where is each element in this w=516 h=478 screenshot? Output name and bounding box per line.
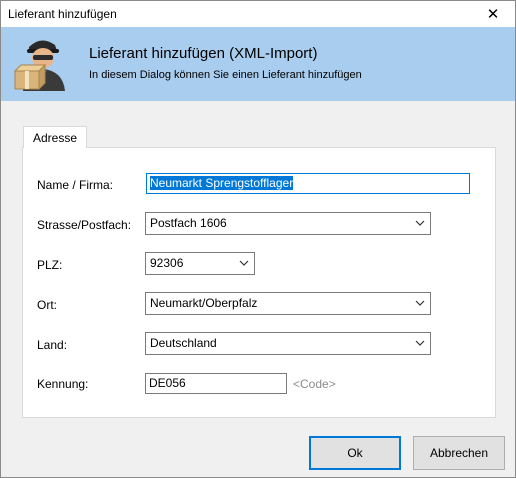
chevron-down-icon <box>415 340 425 346</box>
plz-value: 92306 <box>150 256 184 270</box>
street-combobox[interactable]: Postfach 1606 <box>145 212 431 235</box>
tab-label: Adresse <box>32 130 78 145</box>
chevron-down-icon <box>239 260 249 266</box>
cancel-label: Abbrechen <box>429 446 489 460</box>
name-value: Neumarkt Sprengstofflager <box>150 176 294 190</box>
dialog-header: Lieferant hinzufügen (XML-Import) In die… <box>1 27 515 101</box>
plz-label: PLZ: <box>37 258 63 272</box>
close-button[interactable]: ✕ <box>471 1 515 27</box>
plz-combobox[interactable]: 92306 <box>145 252 255 275</box>
street-value: Postfach 1606 <box>150 216 227 230</box>
code-value: DE056 <box>149 376 186 390</box>
window-title: Lieferant hinzufügen <box>8 7 117 21</box>
ok-label: Ok <box>347 446 363 460</box>
name-input[interactable]: Neumarkt Sprengstofflager <box>146 173 470 194</box>
chevron-down-icon <box>415 220 425 226</box>
dialog-window: Lieferant hinzufügen ✕ Lieferant hinzufü… <box>0 0 516 478</box>
country-label: Land: <box>37 338 68 352</box>
country-combobox[interactable]: Deutschland <box>145 332 431 355</box>
code-input[interactable]: DE056 <box>145 373 287 394</box>
supplier-icon <box>13 40 65 91</box>
header-title: Lieferant hinzufügen (XML-Import) <box>89 45 318 62</box>
close-icon: ✕ <box>486 6 500 23</box>
ok-button[interactable]: Ok <box>309 436 401 470</box>
code-hint: <Code> <box>293 377 336 391</box>
name-label: Name / Firma: <box>37 178 114 192</box>
city-label: Ort: <box>37 298 57 312</box>
tab-adresse[interactable]: Adresse <box>23 126 87 148</box>
city-combobox[interactable]: Neumarkt/Oberpfalz <box>145 292 431 315</box>
cancel-button[interactable]: Abbrechen <box>413 436 505 470</box>
title-bar: Lieferant hinzufügen ✕ <box>1 1 515 27</box>
street-label: Strasse/Postfach: <box>37 218 132 232</box>
city-value: Neumarkt/Oberpfalz <box>150 296 258 310</box>
country-value: Deutschland <box>150 336 217 350</box>
code-label: Kennung: <box>37 377 89 391</box>
chevron-down-icon <box>415 300 425 306</box>
header-subtitle: In diesem Dialog können Sie einen Liefer… <box>89 69 362 81</box>
